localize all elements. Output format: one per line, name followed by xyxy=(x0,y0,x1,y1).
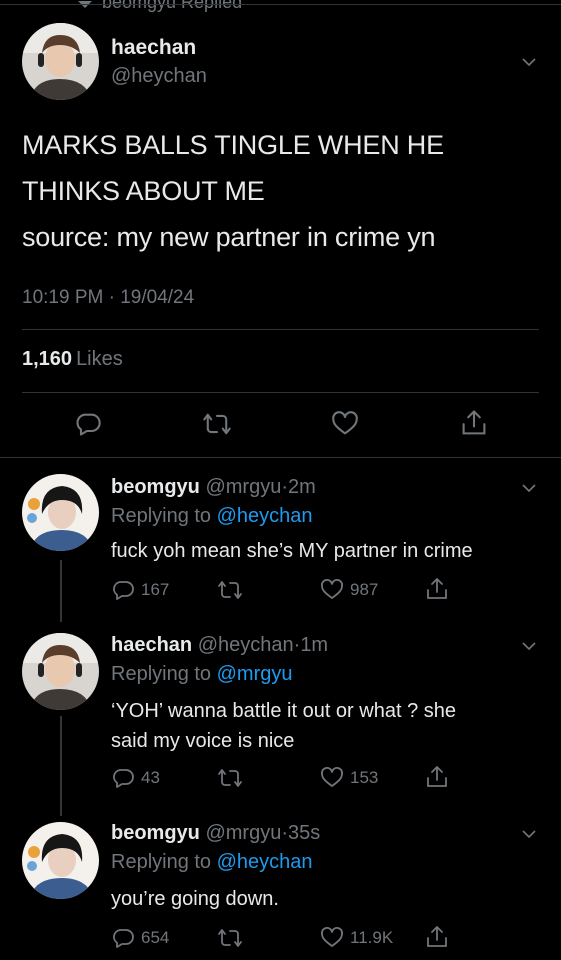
reply-author-name[interactable]: beomgyu xyxy=(111,822,200,844)
top-divider xyxy=(0,4,561,5)
share-icon xyxy=(427,578,447,599)
reply-author-handle[interactable]: @mrgyu xyxy=(205,476,281,498)
retweet-action[interactable] xyxy=(217,766,243,790)
share-action[interactable] xyxy=(425,764,449,790)
like-icon xyxy=(321,767,343,787)
tweet-text-line: source: my new partner in crime yn xyxy=(22,222,436,252)
reply-author-name[interactable]: haechan xyxy=(111,634,192,656)
reply-author-handle[interactable]: @mrgyu xyxy=(205,822,281,844)
author-name[interactable]: haechan xyxy=(111,36,196,60)
meta-separator: · xyxy=(108,287,115,308)
reply-text-line: ‘YOH’ wanna battle it out or what ? she xyxy=(111,700,456,722)
reply-text-line: said my voice is nice xyxy=(111,730,295,752)
divider xyxy=(22,392,539,393)
reply-icon xyxy=(113,581,134,600)
reply-header: beomgyu @mrgyu·2m xyxy=(111,476,316,499)
replying-to-prefix: Replying to xyxy=(111,851,212,873)
tweet-time: 10:19 PM xyxy=(22,287,104,308)
thread-line xyxy=(60,560,62,622)
retweet-icon xyxy=(218,769,242,787)
chevron-down-icon[interactable] xyxy=(521,638,537,654)
avatar[interactable] xyxy=(22,23,99,100)
reply-text: fuck yoh mean she’s MY partner in crime xyxy=(111,536,531,566)
tweet-text-line: THINKS ABOUT ME xyxy=(22,176,265,206)
replying-to: Replying to @heychan xyxy=(111,851,313,874)
reply-count: 167 xyxy=(141,580,170,599)
reply-action[interactable]: 43 xyxy=(111,766,160,790)
section-divider xyxy=(0,457,561,458)
chevron-down-icon[interactable] xyxy=(521,480,537,496)
retweet-icon[interactable] xyxy=(202,410,232,438)
reply-text-line: fuck yoh mean she’s MY partner in crime xyxy=(111,540,473,562)
avatar[interactable] xyxy=(22,633,99,710)
like-action[interactable]: 153 xyxy=(320,766,378,790)
reply-time[interactable]: 2m xyxy=(288,476,316,498)
replying-to-handle[interactable]: @mrgyu xyxy=(217,663,293,685)
avatar[interactable] xyxy=(22,474,99,551)
reply-icon xyxy=(113,769,134,788)
reply-text: ‘YOH’ wanna battle it out or what ? she … xyxy=(111,696,531,756)
divider xyxy=(22,329,539,330)
reply-icon xyxy=(113,929,134,948)
avatar-haechan-image xyxy=(22,23,99,100)
retweet-icon xyxy=(218,929,242,947)
social-context[interactable]: beomgyu Replied xyxy=(78,0,242,13)
reply-time[interactable]: 35s xyxy=(288,822,320,844)
likes-label: Likes xyxy=(76,348,123,370)
author-handle[interactable]: @heychan xyxy=(111,65,207,88)
replying-to-prefix: Replying to xyxy=(111,505,212,527)
replying-to: Replying to @mrgyu xyxy=(111,663,293,686)
reply-author-handle[interactable]: @heychan xyxy=(198,634,294,656)
likes-stat[interactable]: 1,160 Likes xyxy=(22,348,123,371)
replying-to-handle[interactable]: @heychan xyxy=(217,851,313,873)
like-action[interactable]: 11.9K xyxy=(320,926,393,950)
avatar[interactable] xyxy=(22,822,99,899)
replying-to-handle[interactable]: @heychan xyxy=(217,505,313,527)
reply-action[interactable]: 167 xyxy=(111,578,169,602)
meta-separator: · xyxy=(281,822,289,844)
reply-icon[interactable] xyxy=(74,410,102,438)
replying-to: Replying to @heychan xyxy=(111,505,313,528)
reply-count: 43 xyxy=(141,768,160,787)
reply-text: you’re going down. xyxy=(111,884,531,914)
avatar-beomgyu-image xyxy=(22,822,99,899)
like-icon[interactable] xyxy=(331,410,359,438)
reply-text-line: you’re going down. xyxy=(111,888,279,910)
reply-author-name[interactable]: beomgyu xyxy=(111,476,200,498)
chevron-down-icon[interactable] xyxy=(521,826,537,842)
avatar-haechan-image xyxy=(22,633,99,710)
meta-separator: · xyxy=(281,476,289,498)
avatar-beomgyu-image xyxy=(22,474,99,551)
replying-to-prefix: Replying to xyxy=(111,663,212,685)
share-icon[interactable] xyxy=(460,408,488,438)
tweet-date: 19/04/24 xyxy=(120,287,195,308)
chevron-down-icon[interactable] xyxy=(521,54,537,70)
tweet-text: MARKS BALLS TINGLE WHEN HE THINKS ABOUT … xyxy=(22,122,532,260)
reply-time[interactable]: 1m xyxy=(300,634,328,656)
share-icon xyxy=(427,766,447,787)
likes-count: 1,160 xyxy=(22,348,73,370)
tweet-timestamp[interactable]: 10:19 PM · 19/04/24 xyxy=(22,287,194,309)
reply-header: beomgyu @mrgyu·35s xyxy=(111,822,320,845)
retweet-action[interactable] xyxy=(217,926,243,950)
share-action[interactable] xyxy=(425,576,449,602)
like-icon xyxy=(321,579,343,599)
retweet-icon xyxy=(218,581,242,599)
reply-header: haechan @heychan·1m xyxy=(111,634,328,657)
social-context-label: beomgyu Replied xyxy=(102,0,243,12)
tweet-text-line: MARKS BALLS TINGLE WHEN HE xyxy=(22,130,444,160)
like-icon xyxy=(321,927,343,947)
reply-count: 654 xyxy=(141,928,170,947)
share-icon xyxy=(427,926,447,947)
retweet-action[interactable] xyxy=(217,578,243,602)
like-count: 987 xyxy=(350,580,379,599)
like-count: 11.9K xyxy=(350,928,394,947)
like-count: 153 xyxy=(350,768,379,787)
reply-action[interactable]: 654 xyxy=(111,926,169,950)
share-action[interactable] xyxy=(425,924,449,950)
like-action[interactable]: 987 xyxy=(320,578,378,602)
thread-line xyxy=(60,716,62,816)
